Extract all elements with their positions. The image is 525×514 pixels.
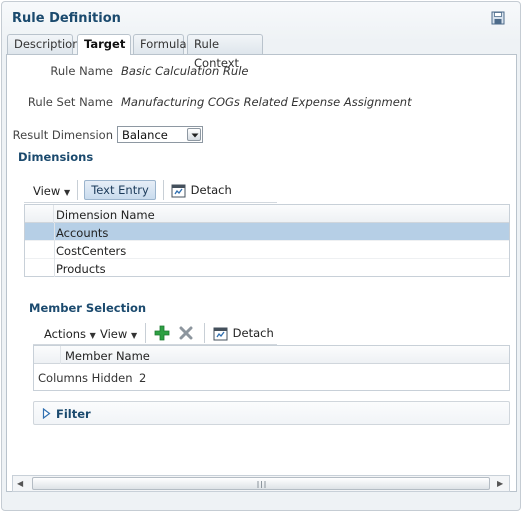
tab-formula[interactable]: Formula xyxy=(133,34,187,54)
detach-label: Detach xyxy=(232,326,274,340)
scroll-right-arrow-icon[interactable]: ▶ xyxy=(497,479,503,488)
add-icon[interactable] xyxy=(154,325,170,341)
member-selection-heading: Member Selection xyxy=(29,301,147,315)
dimensions-toolbar-divider xyxy=(24,202,277,203)
chevron-down-icon: ▼ xyxy=(63,188,71,197)
view-menu-label: View xyxy=(100,327,128,341)
dimension-name-cell: CostCenters xyxy=(56,244,127,258)
actions-menu[interactable]: Actions ▼ xyxy=(44,327,96,341)
toolbar-separator xyxy=(163,180,164,200)
table-row[interactable]: Products xyxy=(25,259,509,277)
table-header: Member Name xyxy=(34,346,509,364)
view-menu-label: View xyxy=(33,184,61,198)
detach-icon xyxy=(171,184,186,198)
remove-icon[interactable] xyxy=(179,326,193,340)
row-header-divider xyxy=(54,223,55,277)
result-dimension-select[interactable]: Balance xyxy=(117,126,203,143)
horizontal-scrollbar[interactable]: ◀ ▶ xyxy=(12,475,510,492)
dimensions-detach-button[interactable]: Detach xyxy=(171,183,232,198)
filter-section[interactable]: Filter xyxy=(33,401,510,425)
text-entry-button[interactable]: Text Entry xyxy=(84,180,156,200)
row-header-gutter xyxy=(25,205,54,223)
member-name-column-header[interactable]: Member Name xyxy=(65,349,150,363)
scrollbar-thumb[interactable] xyxy=(32,477,490,490)
actions-menu-label: Actions xyxy=(44,327,87,341)
save-icon[interactable] xyxy=(491,11,505,25)
chevron-down-icon: ▼ xyxy=(89,331,96,340)
rule-name-value: Basic Calculation Rule xyxy=(121,64,249,78)
result-dimension-label: Result Dimension xyxy=(12,128,113,142)
chevron-down-icon xyxy=(191,133,199,138)
toolbar-separator xyxy=(145,323,146,343)
rule-set-name-value: Manufacturing COGs Related Expense Assig… xyxy=(121,95,412,109)
detach-icon xyxy=(213,327,228,341)
filter-label: Filter xyxy=(56,407,91,421)
chevron-right-icon xyxy=(42,408,51,419)
tab-description[interactable]: Description xyxy=(7,34,80,54)
member-detach-button[interactable]: Detach xyxy=(213,326,274,341)
dimension-name-column-header[interactable]: Dimension Name xyxy=(56,208,155,222)
tab-rule-context[interactable]: Rule Context xyxy=(187,34,263,70)
scroll-left-arrow-icon[interactable]: ◀ xyxy=(17,479,23,488)
table-row[interactable]: CostCenters xyxy=(25,241,509,259)
result-dimension-value: Balance xyxy=(122,128,168,142)
tab-target[interactable]: Target xyxy=(77,34,131,55)
detach-label: Detach xyxy=(190,183,232,197)
grip-icon xyxy=(257,481,266,488)
row-header-gutter xyxy=(34,346,61,364)
dimensions-heading: Dimensions xyxy=(18,150,94,164)
panel-title: Rule Definition xyxy=(12,11,121,26)
dimensions-table: Dimension Name Accounts CostCenters Prod… xyxy=(24,204,510,277)
chevron-down-icon: ▼ xyxy=(130,331,138,340)
dropdown-button[interactable] xyxy=(187,128,201,141)
table-header: Dimension Name xyxy=(25,205,509,223)
toolbar-separator xyxy=(77,180,78,200)
rule-set-name-label: Rule Set Name xyxy=(27,95,113,109)
table-row[interactable]: Accounts xyxy=(25,223,509,241)
dimension-name-cell: Products xyxy=(56,262,106,276)
member-view-menu[interactable]: View ▼ xyxy=(100,327,137,341)
toolbar-separator xyxy=(204,323,205,343)
dimension-name-cell: Accounts xyxy=(56,226,109,240)
rule-name-label: Rule Name xyxy=(50,64,113,78)
dimensions-view-menu[interactable]: View ▼ xyxy=(33,184,70,198)
columns-hidden-count: 2 xyxy=(139,371,147,385)
columns-hidden-label: Columns Hidden xyxy=(38,371,133,385)
